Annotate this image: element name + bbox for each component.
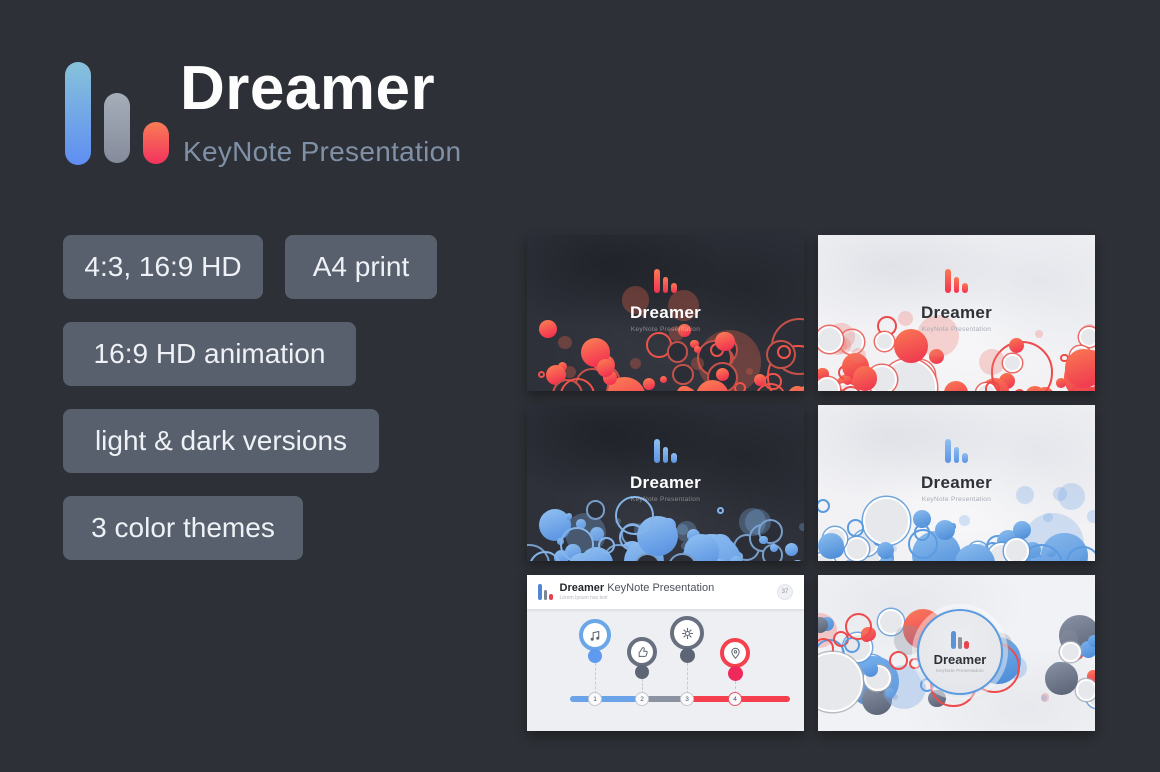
- timeline-slide-title: Dreamer KeyNote Presentation: [560, 582, 715, 595]
- slide-thumbnail-timeline[interactable]: Dreamer KeyNote Presentation Lorem Ipsum…: [527, 575, 804, 731]
- slide-title: Dreamer: [527, 303, 804, 323]
- dreamer-mini-logo: [945, 439, 968, 463]
- page-subtitle: KeyNote Presentation: [183, 136, 461, 168]
- slide-thumbnail-circle-mixed[interactable]: Dreamer KeyNote Presentation: [818, 575, 1095, 731]
- feature-badge-print: A4 print: [285, 235, 437, 299]
- map-pin-icon: [729, 647, 742, 660]
- gear-icon: [681, 627, 694, 640]
- timeline-node-3: 3: [680, 692, 694, 706]
- logo-bar-red: [143, 122, 169, 164]
- logo-bar-blue: [65, 62, 91, 165]
- dreamer-mini-logo: [538, 584, 553, 600]
- feature-badge-animation: 16:9 HD animation: [63, 322, 356, 386]
- center-circle: Dreamer KeyNote Presentation: [917, 609, 1003, 695]
- slide-thumbnail-light-blue[interactable]: Dreamer KeyNote Presentation: [818, 405, 1095, 561]
- slide-title: Dreamer: [818, 303, 1095, 323]
- thumbs-up-icon: [636, 646, 649, 659]
- timeline-node-2: 2: [635, 692, 649, 706]
- dreamer-mini-logo: [654, 269, 677, 293]
- logo-bar-gray: [104, 93, 130, 163]
- timeline-pin-1: [578, 619, 612, 694]
- timeline-node-1: 1: [588, 692, 602, 706]
- timeline-pin-2: [625, 637, 659, 694]
- timeline-bar: 1 2 3 4: [570, 696, 790, 702]
- feature-badge-ratio: 4:3, 16:9 HD: [63, 235, 263, 299]
- timeline-slide-header: Dreamer KeyNote Presentation Lorem Ipsum…: [527, 575, 804, 609]
- slide-subtitle: KeyNote Presentation: [527, 326, 804, 333]
- timeline-pin-4: [718, 638, 752, 694]
- slide-subtitle: KeyNote Presentation: [936, 668, 984, 673]
- dreamer-mini-logo: [945, 269, 968, 293]
- page-title: Dreamer: [180, 56, 435, 121]
- timeline-slide-subtitle: Lorem Ipsum has text: [560, 596, 715, 602]
- slide-thumbnail-dark-red[interactable]: Dreamer KeyNote Presentation: [527, 235, 804, 391]
- slide-title: Dreamer: [934, 652, 987, 667]
- music-note-icon: [589, 629, 602, 642]
- feature-badge-themes: 3 color themes: [63, 496, 303, 560]
- slide-thumbnail-light-red[interactable]: Dreamer KeyNote Presentation: [818, 235, 1095, 391]
- slide-thumbnail-dark-blue[interactable]: Dreamer KeyNote Presentation: [527, 405, 804, 561]
- page-number-badge: 37: [777, 584, 793, 600]
- slide-subtitle: KeyNote Presentation: [527, 496, 804, 503]
- slide-title: Dreamer: [527, 473, 804, 493]
- slide-title: Dreamer: [818, 473, 1095, 493]
- slide-subtitle: KeyNote Presentation: [818, 496, 1095, 503]
- dreamer-mini-logo: [951, 631, 969, 649]
- timeline-pin-3: [670, 616, 704, 694]
- timeline-node-4: 4: [728, 692, 742, 706]
- slide-subtitle: KeyNote Presentation: [818, 326, 1095, 333]
- feature-badge-versions: light & dark versions: [63, 409, 379, 473]
- dreamer-mini-logo: [654, 439, 677, 463]
